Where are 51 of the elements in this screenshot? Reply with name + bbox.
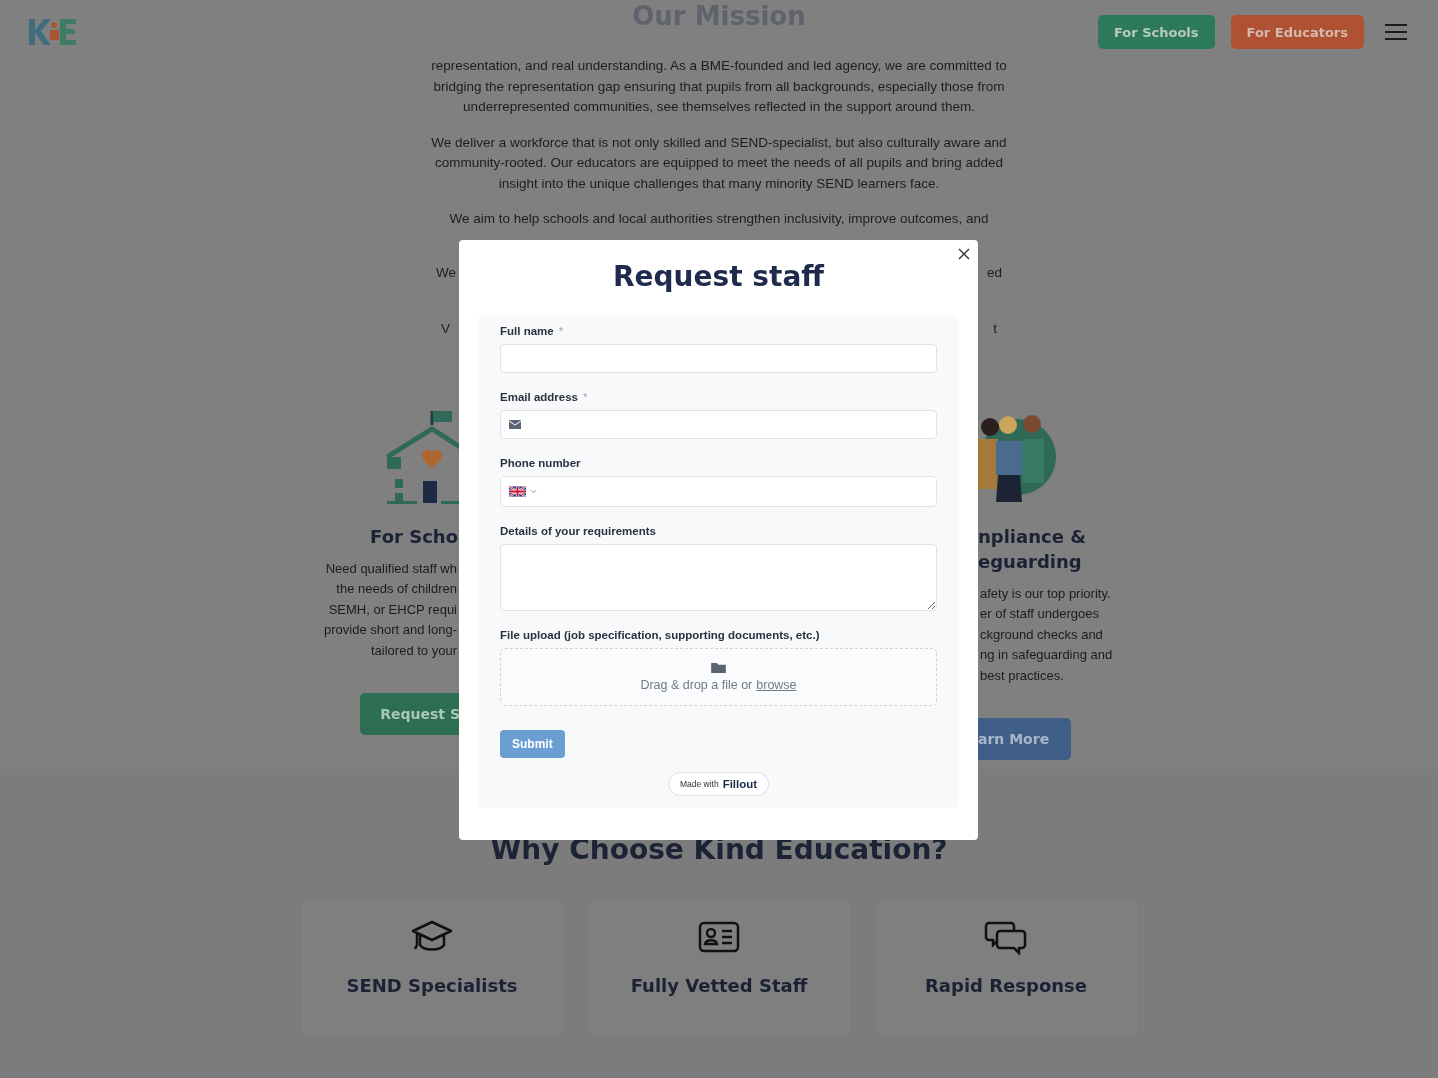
paragraph-fragment: ed xyxy=(986,263,1002,282)
field-label: Details of your requirements xyxy=(500,525,656,537)
nav-button[interactable]: For Schools xyxy=(1097,15,1215,49)
flag-icon xyxy=(509,486,526,497)
logo-icon[interactable] xyxy=(26,16,78,48)
card-text: SEMH, or EHCP requi xyxy=(328,600,457,619)
made-with-badge[interactable]: Made with Fillout xyxy=(667,772,770,796)
card-text: best practices. xyxy=(980,666,1065,685)
card-text: ckground checks and xyxy=(980,625,1104,644)
field-label: Phone number xyxy=(500,457,581,469)
card-text: ng in safeguarding and xyxy=(980,646,1113,664)
field-label: Full name xyxy=(500,325,554,337)
file-drop-zone[interactable]: Drag & drop a file or browse xyxy=(500,648,937,706)
chevron-down-icon[interactable] xyxy=(530,489,537,494)
paragraph-fragment: We xyxy=(436,263,456,282)
nav-button[interactable]: For Educators xyxy=(1230,15,1364,49)
card-title: eguarding xyxy=(978,549,1083,574)
mission-paragraph: We deliver a workforce that is not only skilled and SEND-specialist, but also culturally aware and community-rooted. Our educators are equipped to meet the needs of all pupils and bring added insight into the unique challenges that many minority SEND learners face. xyxy=(430,133,1008,193)
mission-paragraph: representation, and real understanding. As a BME-founded and led agency, we are committed to bridging the representation gap ensuring that pupils from all backgrounds, especially those from underrepresented communities, see themselves reflected in the support around them. xyxy=(430,57,1008,116)
card-button[interactable]: Request S xyxy=(360,693,460,735)
required-mark: * xyxy=(583,391,588,403)
paragraph-fragment: V xyxy=(441,319,450,338)
menu-icon[interactable] xyxy=(1384,23,1408,41)
browse-link[interactable]: browse xyxy=(756,678,797,692)
submit-button[interactable]: Submit xyxy=(500,730,565,758)
card-text: er of staff undergoes xyxy=(980,605,1100,623)
card-title: For Scho xyxy=(370,524,458,549)
card-text: afety is our top priority. xyxy=(980,584,1112,603)
email-field[interactable] xyxy=(500,410,937,439)
paragraph-fragment: t xyxy=(993,319,997,338)
card-text: provide short and long- xyxy=(324,621,457,639)
feature-title: Fully Vetted Staff xyxy=(630,974,808,996)
field-label: File upload (job specification, supporting documents, etc.) xyxy=(500,629,820,641)
close-icon[interactable] xyxy=(958,248,970,260)
text-field[interactable] xyxy=(500,344,937,373)
card-text: tailored to your xyxy=(371,641,457,660)
drop-prompt: Drag & drop a file or xyxy=(640,678,753,692)
card-text: Need qualified staff wh xyxy=(325,559,457,578)
dialog-title: Request staff xyxy=(612,260,826,293)
card-text: the needs of children xyxy=(336,580,457,598)
folder-icon xyxy=(711,662,726,673)
feature-title: SEND Specialists xyxy=(346,974,518,996)
feature-title: Rapid Response xyxy=(925,974,1087,996)
card-title: npliance & xyxy=(978,524,1086,549)
envelope-icon xyxy=(509,420,521,429)
mission-paragraph: We aim to help schools and local authorities strengthen inclusivity, improve outcomes, and xyxy=(448,210,990,228)
required-mark: * xyxy=(558,325,564,337)
phone-field[interactable] xyxy=(500,476,937,507)
card-button[interactable]: arn More xyxy=(978,718,1072,760)
field-label: Email address xyxy=(500,391,578,403)
text-area[interactable] xyxy=(500,544,937,611)
